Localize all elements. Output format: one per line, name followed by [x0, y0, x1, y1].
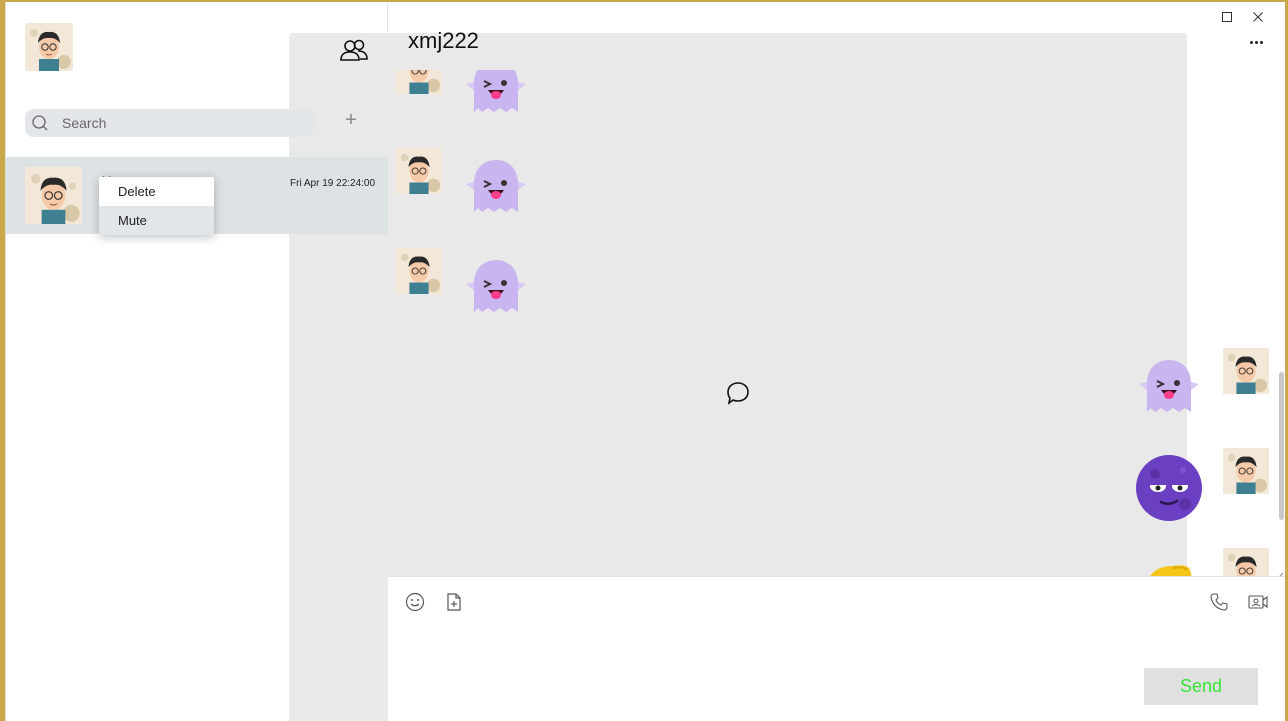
menu-item-delete[interactable]: Delete [99, 177, 214, 206]
my-message-avatar [1223, 348, 1269, 394]
menu-item-mute[interactable]: Mute [99, 206, 214, 235]
emoji-icon[interactable] [404, 591, 426, 613]
app-window: + X... Fri Apr 19 22:24:00 [5, 2, 1285, 721]
sender-avatar [396, 70, 442, 94]
moon-face-sticker[interactable] [1133, 450, 1205, 522]
add-button[interactable]: + [340, 109, 362, 131]
more-options-icon[interactable] [1246, 34, 1266, 50]
contacts-tab-icon[interactable] [337, 33, 371, 67]
composer: Send [388, 576, 1285, 721]
search-input[interactable] [62, 115, 282, 131]
my-avatar[interactable] [25, 23, 73, 71]
search-box[interactable] [25, 109, 314, 137]
ghost-sticker[interactable] [460, 150, 532, 222]
message-list[interactable] [388, 70, 1285, 576]
file-upload-icon[interactable] [443, 591, 465, 613]
phone-call-icon[interactable] [1208, 591, 1230, 613]
maximize-icon[interactable] [1216, 8, 1238, 26]
close-icon[interactable] [1247, 8, 1269, 26]
my-message-avatar [1223, 448, 1269, 494]
ghost-sticker[interactable] [460, 250, 532, 322]
search-icon [30, 113, 50, 133]
chat-title: xmj222 [408, 28, 479, 53]
conversation-time: Fri Apr 19 22:24:00 [290, 178, 376, 189]
ghost-sticker[interactable] [1133, 350, 1205, 422]
send-button[interactable]: Send [1144, 668, 1258, 705]
video-call-icon[interactable] [1247, 591, 1269, 613]
sidebar: + X... Fri Apr 19 22:24:00 [6, 2, 1187, 721]
my-message-avatar [1223, 548, 1269, 576]
sender-avatar [396, 248, 442, 294]
yellow-sticker[interactable] [1143, 562, 1215, 576]
conversation-avatar [25, 167, 82, 224]
message-scrollbar[interactable] [1279, 372, 1284, 520]
sender-avatar [396, 148, 442, 194]
resize-grip-icon[interactable] [1276, 567, 1284, 580]
context-menu: Delete Mute [99, 177, 214, 235]
chat-pane: xmj222 Send [388, 2, 1285, 721]
ghost-sticker[interactable] [460, 70, 532, 122]
